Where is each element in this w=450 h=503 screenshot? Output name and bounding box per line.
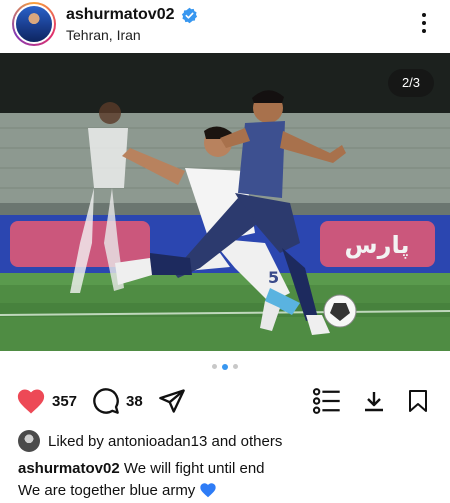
blue-heart-icon [200, 483, 216, 498]
football-match-image: پارس 5 [0, 53, 450, 351]
comment-button[interactable]: 38 [92, 384, 143, 418]
liked-by-text: Liked by antonioadan13 and others [48, 433, 282, 450]
comments-count: 38 [126, 392, 143, 410]
save-button[interactable] [406, 384, 430, 418]
post-header: ashurmatov02 Tehran, Iran [0, 0, 450, 52]
action-bar: 357 38 [0, 384, 450, 418]
carousel-dot-active[interactable] [222, 363, 228, 370]
heart-icon [17, 389, 45, 414]
download-icon [365, 392, 383, 412]
liked-by-prefix: Liked by [48, 432, 109, 450]
profile-avatar[interactable] [12, 2, 56, 46]
more-dot-icon [422, 29, 426, 33]
post-location[interactable]: Tehran, Iran [66, 27, 141, 43]
carousel-dot[interactable] [233, 364, 238, 369]
verified-badge-icon [181, 7, 198, 24]
likes-count: 357 [52, 392, 78, 410]
caption-username[interactable]: ashurmatov02 [18, 460, 120, 477]
caption-line-2: We are together blue army [18, 480, 438, 502]
list-button[interactable] [312, 384, 342, 418]
share-button[interactable] [158, 384, 186, 418]
liker-avatar[interactable] [18, 430, 40, 452]
like-button[interactable]: 357 [16, 384, 77, 418]
carousel-counter: 2/3 [388, 69, 434, 97]
football [323, 294, 357, 328]
liked-by-line[interactable]: Liked by antonioadan13 and others [18, 430, 282, 452]
caption-text-2: We are together blue army [18, 482, 196, 499]
carousel-dot[interactable] [212, 364, 217, 369]
post-caption: ashurmatov02 We will fight until end We … [18, 458, 438, 502]
liker-username[interactable]: antonioadan13 [108, 433, 207, 450]
download-button[interactable] [362, 384, 386, 418]
caption-text-1: We will fight until end [119, 460, 265, 477]
send-icon [159, 389, 185, 413]
jersey-number: 5 [268, 268, 279, 287]
banner-text: پارس [345, 231, 410, 259]
post-photo[interactable]: پارس 5 2/3 [0, 53, 450, 351]
caption-line-1: ashurmatov02 We will fight until end [18, 458, 438, 480]
bookmark-icon [409, 390, 427, 412]
avatar-image [14, 4, 54, 44]
list-icon [312, 388, 340, 414]
more-dot-icon [422, 21, 426, 25]
liked-by-suffix: and others [207, 432, 283, 450]
comment-icon [93, 388, 119, 414]
more-options-button[interactable] [414, 10, 434, 36]
carousel-indicator [0, 363, 450, 370]
post-username[interactable]: ashurmatov02 [66, 6, 175, 24]
more-dot-icon [422, 13, 426, 17]
